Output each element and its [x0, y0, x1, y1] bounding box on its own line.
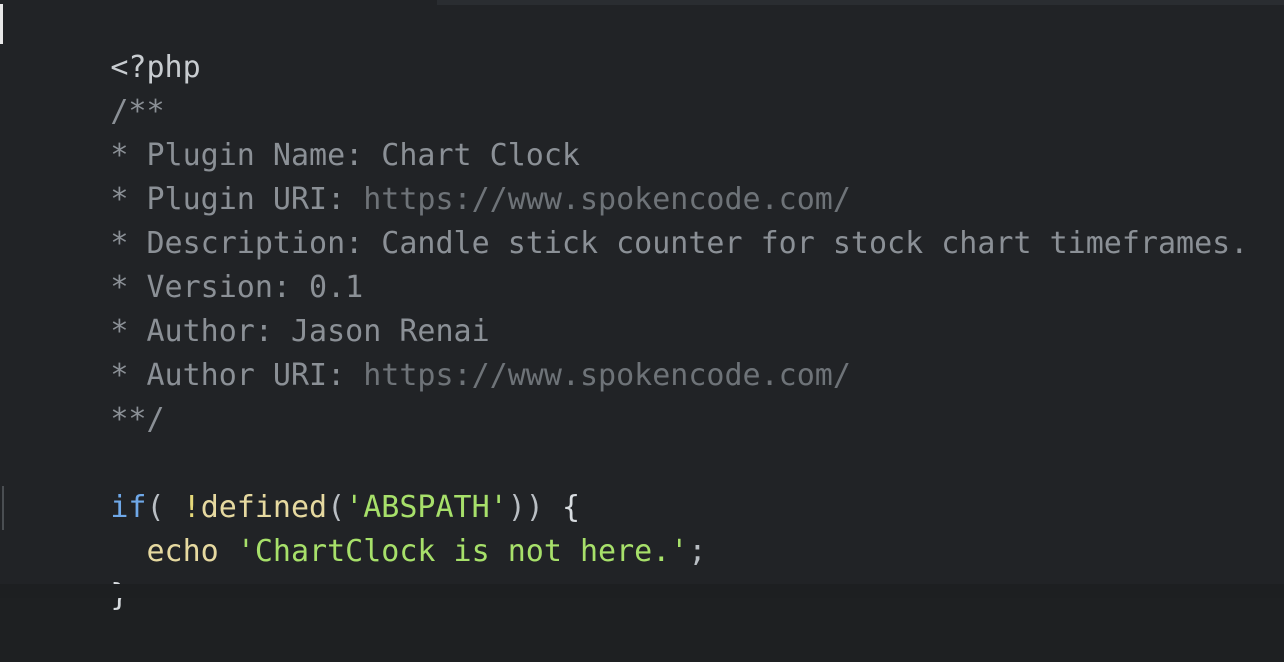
code-line-10-blank[interactable]	[0, 398, 1284, 442]
code-line-13[interactable]: }	[0, 530, 1284, 613]
code-line-1[interactable]: <?php	[0, 2, 1284, 85]
code-line-3[interactable]: * Plugin Name: Chart Clock	[0, 90, 1284, 173]
code-line-7[interactable]: * Author: Jason Renai	[0, 266, 1284, 349]
code-line-8[interactable]: * Author URI: https://www.spokencode.com…	[0, 310, 1284, 393]
code-line-12[interactable]: echo 'ChartClock is not here.';	[0, 486, 1284, 569]
code-line-5[interactable]: * Description: Candle stick counter for …	[0, 178, 1284, 261]
code-line-9[interactable]: **/	[0, 354, 1284, 437]
code-line-4[interactable]: * Plugin URI: https://www.spokencode.com…	[0, 134, 1284, 217]
code-line-11[interactable]: if( !defined('ABSPATH')) {	[0, 442, 1284, 525]
code-content-area[interactable]: <?php /** * Plugin Name: Chart Clock * P…	[0, 0, 1284, 613]
text-caret	[0, 4, 3, 44]
indent-guide	[2, 486, 4, 530]
code-editor[interactable]: <?php /** * Plugin Name: Chart Clock * P…	[0, 0, 1284, 613]
block-brace-close: }	[110, 578, 129, 613]
code-line-2[interactable]: /**	[0, 46, 1284, 129]
code-line-6[interactable]: * Version: 0.1	[0, 222, 1284, 305]
